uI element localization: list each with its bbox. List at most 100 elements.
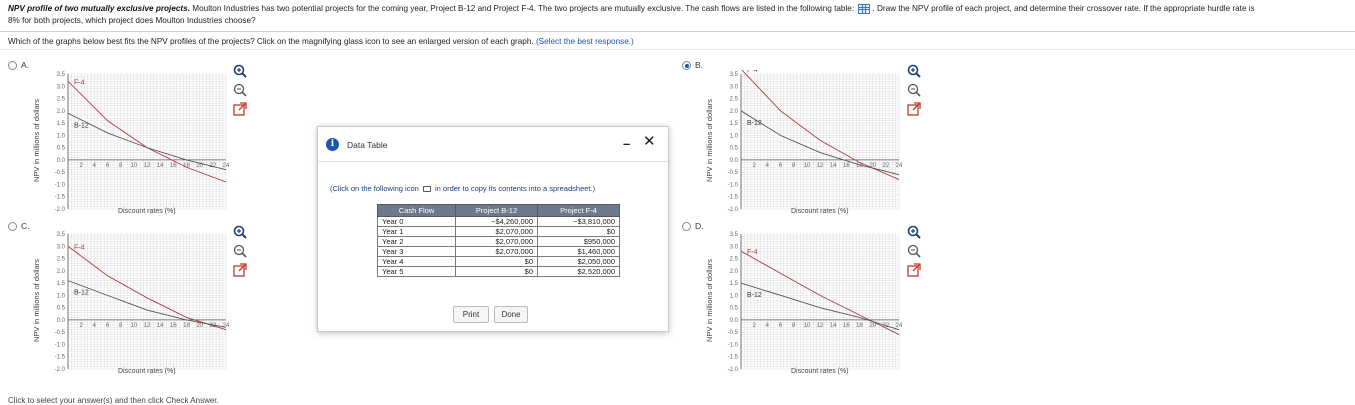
x-tick-label: 14 (157, 163, 164, 169)
question-body: Moulton Industries has two potential pro… (192, 4, 855, 13)
x-axis-label: Discount rates (%) (791, 208, 849, 215)
open-external-icon[interactable] (906, 262, 922, 278)
y-tick-label: 0.0 (730, 158, 739, 164)
option-radio-b[interactable] (682, 61, 691, 70)
option-radio-c[interactable] (8, 222, 17, 231)
y-tick-label: -2.0 (55, 207, 66, 213)
zoom-out-icon[interactable] (906, 82, 922, 98)
option-label-b[interactable]: B. (695, 60, 703, 70)
info-icon: i (326, 138, 339, 151)
y-tick-label: 1.0 (730, 293, 739, 299)
y-tick-label: 0.0 (730, 318, 739, 324)
x-tick-label: 2 (752, 323, 756, 329)
magnify-icon[interactable] (232, 224, 248, 240)
minimize-button[interactable]: – (623, 136, 630, 151)
table-cell: Year 0 (377, 216, 456, 227)
y-tick-label: 1.5 (730, 281, 739, 287)
x-tick-label: 24 (223, 323, 230, 329)
x-tick-label: 12 (144, 323, 151, 329)
y-tick-label: 0.0 (57, 158, 66, 164)
prompt-text: Which of the graphs below best fits the … (8, 37, 534, 46)
y-tick-label: 1.5 (57, 281, 66, 287)
x-tick-label: 16 (170, 163, 177, 169)
series-label-f4: F-4 (747, 70, 758, 74)
y-tick-label: 3.5 (730, 232, 739, 238)
x-tick-label: 12 (817, 163, 824, 169)
y-tick-label: 1.5 (730, 121, 739, 127)
y-tick-label: 3.0 (57, 84, 66, 90)
option-radio-a[interactable] (8, 61, 17, 70)
y-tick-label: -2.0 (728, 367, 739, 373)
question-text: NPV profile of two mutually exclusive pr… (8, 3, 1348, 27)
x-tick-label: 2 (79, 323, 83, 329)
x-tick-label: 6 (106, 163, 110, 169)
copy-icon[interactable] (422, 186, 431, 193)
npv-graph-a: NPV in millions of dollars 3.5 3.0 2.5 2.0 1.… (20, 70, 230, 230)
npv-graph-d: NPV in millions of dollars 3.5 3.0 2.5 2.0 1.… (693, 230, 903, 390)
magnify-icon[interactable] (906, 224, 922, 240)
table-cell: Year 1 (377, 226, 456, 237)
npv-chart-svg: 3.5 3.0 2.5 2.0 1.5 1.0 0.5 0.0 -0.5 -1.0 -1.5 -2.0… (55, 232, 230, 373)
done-button[interactable]: Done (494, 306, 528, 323)
x-tick-label: 20 (196, 323, 203, 329)
x-tick-label: 18 (856, 323, 863, 329)
table-cell: $0 (455, 266, 538, 277)
x-tick-label: 24 (896, 323, 903, 329)
x-tick-label: 22 (882, 163, 889, 169)
table-cell: $1,460,000 (537, 246, 620, 257)
x-axis-label: Discount rates (%) (118, 208, 176, 215)
y-tick-label: 2.5 (730, 257, 739, 263)
series-label-b12: B-12 (74, 122, 89, 129)
y-axis-label: NPV in millions of dollars (705, 99, 714, 182)
y-tick-label: 2.0 (57, 269, 66, 275)
table-row: Year 3 $2,070,000 $1,460,000 (377, 246, 620, 257)
y-tick-label: -2.0 (55, 367, 66, 373)
y-tick-label: 3.0 (57, 244, 66, 250)
y-tick-label: 2.5 (57, 97, 66, 103)
y-tick-label: 1.0 (57, 293, 66, 299)
zoom-out-icon[interactable] (232, 243, 248, 259)
y-tick-label: -0.5 (728, 330, 739, 336)
table-cell: Year 3 (377, 246, 456, 257)
y-tick-label: -1.5 (55, 355, 66, 361)
copy-hint: (Click on the following icon in order to… (330, 184, 595, 193)
option-radio-d[interactable] (682, 222, 691, 231)
question-body-3: 8% for both projects, which project does… (8, 16, 256, 25)
open-external-icon[interactable] (906, 101, 922, 117)
x-axis-label: Discount rates (%) (791, 368, 849, 375)
x-tick-label: 2 (752, 163, 756, 169)
x-tick-label: 4 (766, 323, 770, 329)
y-tick-label: 3.5 (57, 72, 66, 78)
dialog-divider (318, 161, 668, 162)
option-label-a[interactable]: A. (21, 60, 29, 70)
x-axis-label: Discount rates (%) (118, 368, 176, 375)
x-tick-label: 8 (792, 323, 796, 329)
copy-hint-after: in order to copy its contents into a spr… (434, 184, 596, 193)
npv-graph-c: NPV in millions of dollars 3.5 3.0 2.5 2.0 1.… (20, 230, 230, 390)
table-cell: $2,520,000 (537, 266, 620, 277)
print-button[interactable]: Print (453, 306, 489, 323)
zoom-out-icon[interactable] (232, 82, 248, 98)
prompt: Which of the graphs below best fits the … (8, 37, 634, 46)
table-row: Year 0 −$4,260,000 −$3,810,000 (377, 216, 620, 227)
data-table-icon[interactable] (858, 3, 871, 14)
table-row: Year 5 $0 $2,520,000 (377, 266, 620, 277)
zoom-out-icon[interactable] (906, 243, 922, 259)
y-tick-label: -0.5 (55, 330, 66, 336)
magnify-icon[interactable] (906, 63, 922, 79)
series-label-b12: B-12 (747, 120, 762, 127)
header-cash-flow: Cash Flow (377, 204, 456, 217)
y-tick-label: 1.0 (730, 133, 739, 139)
close-button[interactable]: ✕ (643, 132, 656, 150)
x-tick-label: 10 (803, 163, 810, 169)
footer-instruction: Click to select your answer(s) and then … (8, 396, 219, 405)
y-tick-label: 2.5 (730, 97, 739, 103)
open-external-icon[interactable] (232, 262, 248, 278)
y-tick-label: 1.0 (57, 133, 66, 139)
x-tick-label: 16 (843, 163, 850, 169)
x-tick-label: 6 (779, 163, 783, 169)
y-tick-label: 2.0 (57, 109, 66, 115)
open-external-icon[interactable] (232, 101, 248, 117)
x-tick-label: 10 (803, 323, 810, 329)
magnify-icon[interactable] (232, 63, 248, 79)
